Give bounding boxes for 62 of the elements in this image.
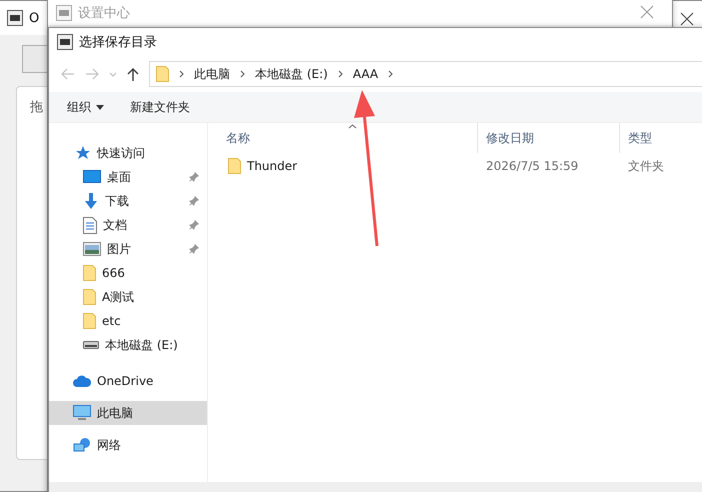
app-icon (7, 10, 23, 26)
sidebar-item[interactable]: A测试 (49, 285, 207, 309)
sidebar-item[interactable]: 666 (49, 261, 207, 285)
sidebar-item[interactable]: 下载 (49, 189, 207, 213)
pin-icon (189, 196, 199, 206)
chevron-icon (179, 70, 184, 78)
window-title: 选择保存目录 (79, 34, 157, 51)
sidebar-item[interactable]: OneDrive (49, 369, 207, 393)
app-icon (56, 4, 72, 20)
sidebar-item[interactable]: 快速访问 (49, 141, 207, 165)
app-icon (57, 34, 73, 50)
toolbar-button[interactable]: 新建文件夹 (130, 98, 190, 116)
breadcrumb-item[interactable]: 本地磁盘 (E:) (255, 66, 328, 82)
sidebar-item[interactable]: 桌面 (49, 165, 207, 189)
close-icon[interactable] (680, 12, 694, 26)
column-header[interactable]: 修改日期 (478, 123, 620, 153)
folder-icon (83, 265, 96, 281)
drive-icon (83, 341, 99, 349)
column-header[interactable]: 名称 (218, 123, 478, 153)
sidebar-item[interactable]: 本地磁盘 (E:) (49, 333, 207, 357)
file-name: Thunder (247, 159, 298, 173)
forward-arrow-icon[interactable] (85, 68, 99, 80)
document-icon (83, 216, 97, 234)
up-arrow-icon[interactable] (127, 67, 139, 81)
folder-icon (83, 289, 96, 305)
sidebar-item[interactable]: 此电脑 (49, 401, 207, 425)
pin-icon (189, 244, 199, 254)
folder-icon (83, 313, 96, 329)
desktop-icon (83, 170, 101, 184)
sidebar-item[interactable]: etc (49, 309, 207, 333)
dropdown-chevron-icon[interactable] (109, 72, 117, 76)
label: 拖 (30, 99, 43, 116)
sidebar-item[interactable]: 图片 (49, 237, 207, 261)
folder-icon (228, 158, 241, 174)
pin-icon (189, 220, 199, 230)
download-arrow-icon (83, 193, 99, 209)
caret-icon (96, 104, 104, 110)
sidebar-item[interactable]: 文档 (49, 213, 207, 237)
image-icon (83, 242, 101, 256)
chevron-icon (240, 70, 245, 78)
network-icon (73, 437, 91, 453)
type-cell-text: 文件夹 (627, 158, 665, 174)
address-bar[interactable]: 此电脑 本地磁盘 (E:) AAA (149, 61, 702, 87)
window-title: O (29, 10, 40, 26)
date-cell-text: 2026/7/5 15:59 (485, 158, 580, 175)
breadcrumb-item[interactable]: AAA (352, 67, 378, 81)
computer-icon (73, 405, 91, 421)
toolbar-button[interactable]: 组织 (67, 98, 104, 116)
sort-caret-icon (348, 124, 356, 129)
chevron-icon (338, 70, 343, 78)
column-header[interactable]: 类型 (620, 123, 702, 153)
window-title: 设置中心 (78, 4, 130, 22)
breadcrumb-item[interactable]: 此电脑 (194, 66, 230, 82)
back-arrow-icon[interactable] (61, 68, 75, 80)
pin-icon (189, 172, 199, 182)
cloud-icon (73, 375, 91, 387)
folder-icon (156, 66, 169, 82)
file-row[interactable]: Thunder 2026/7/5 15:59 文件夹 (218, 153, 702, 179)
button[interactable] (22, 45, 47, 73)
sidebar-item[interactable]: 网络 (49, 433, 207, 457)
chevron-icon (388, 70, 394, 78)
star-icon (75, 145, 91, 161)
